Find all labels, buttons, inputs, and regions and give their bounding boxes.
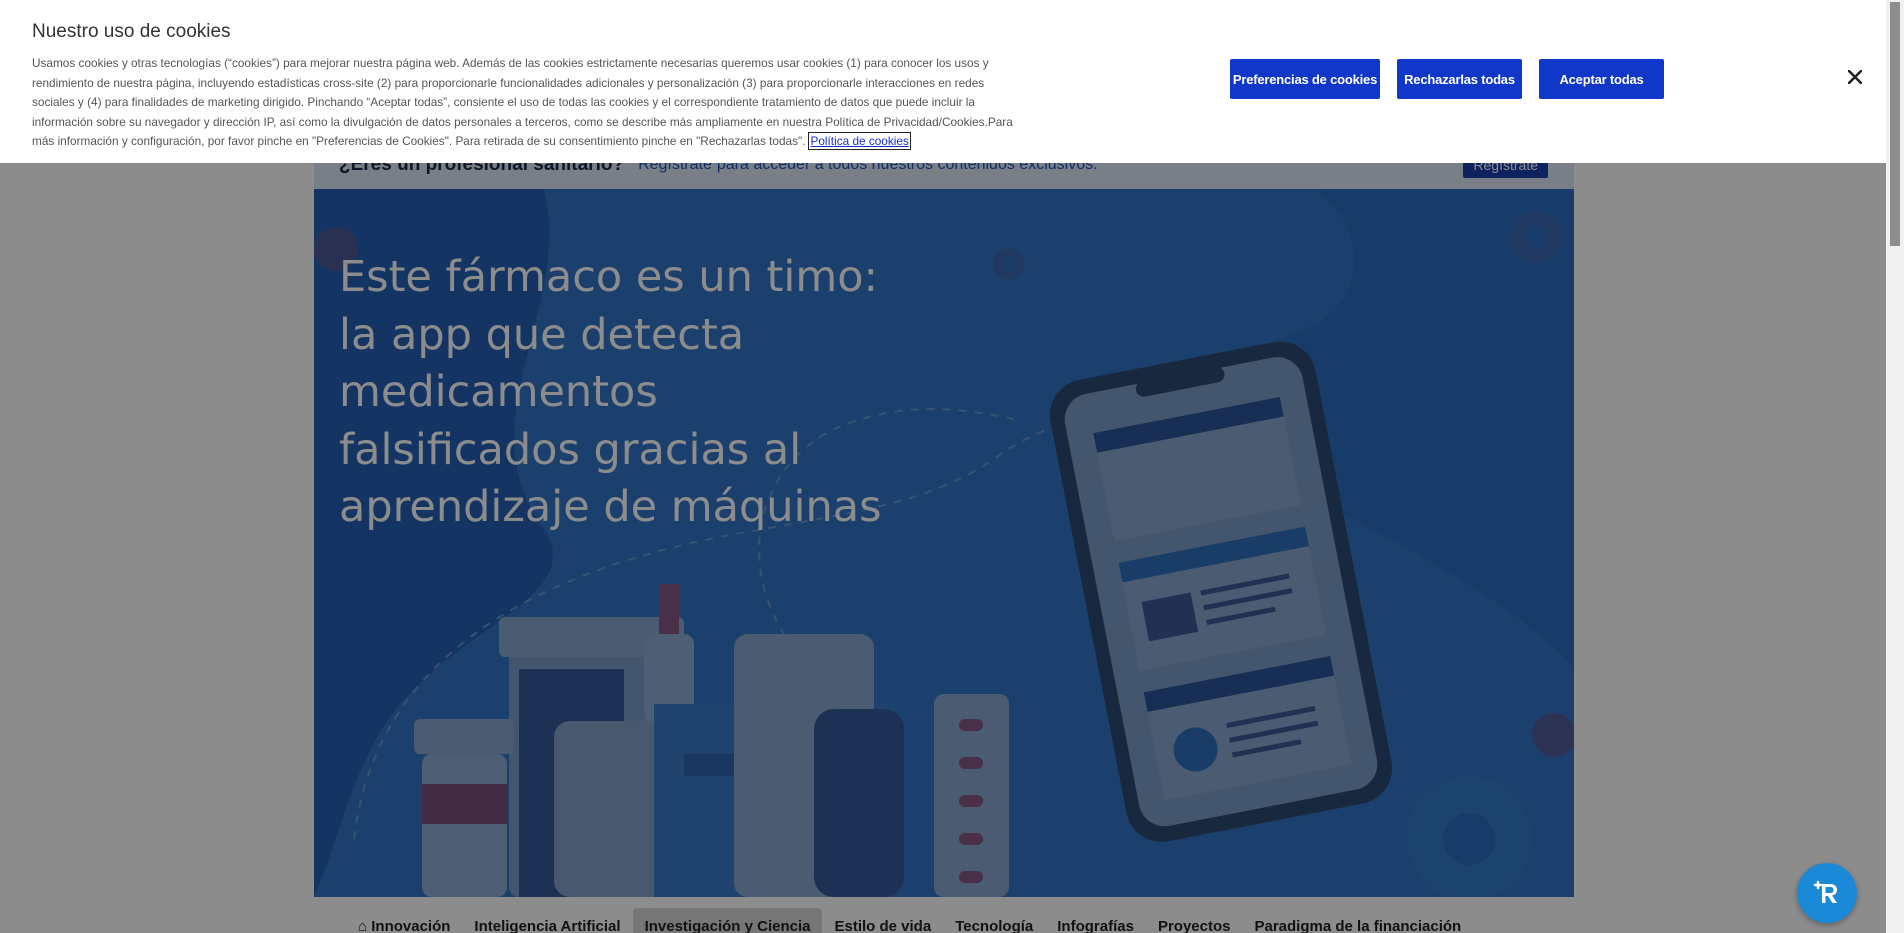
accessibility-assistant-icon bbox=[1813, 880, 1837, 903]
cookie-banner: Nuestro uso de cookies Usamos cookies y … bbox=[0, 0, 1886, 163]
cookie-preferences-button[interactable]: Preferencias de cookies bbox=[1230, 59, 1380, 99]
cookie-banner-description: Usamos cookies y otras tecnologías (“coo… bbox=[32, 54, 1022, 152]
cookie-banner-title: Nuestro uso de cookies bbox=[32, 21, 231, 42]
scrollbar[interactable] bbox=[1886, 0, 1904, 933]
accessibility-assistant-button[interactable] bbox=[1797, 863, 1857, 923]
cookie-policy-link[interactable]: Política de cookies bbox=[808, 132, 911, 151]
reject-all-button[interactable]: Rechazarlas todas bbox=[1397, 59, 1522, 99]
close-icon[interactable] bbox=[1844, 66, 1866, 88]
scrollbar-thumb[interactable] bbox=[1890, 2, 1900, 246]
accept-all-button[interactable]: Aceptar todas bbox=[1539, 59, 1664, 99]
